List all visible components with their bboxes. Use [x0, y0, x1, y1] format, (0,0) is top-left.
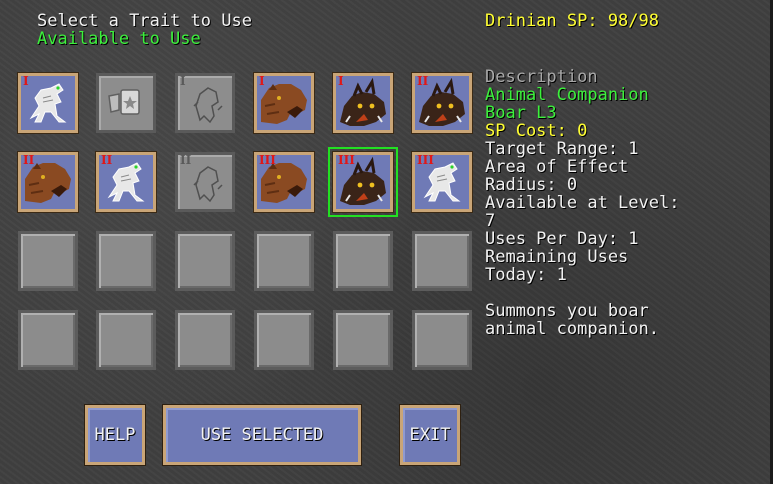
exit-button[interactable]: EXIT	[400, 405, 460, 465]
empty-trait-slot	[412, 231, 472, 291]
empty-trait-slot	[18, 310, 78, 370]
empty-trait-slot	[96, 310, 156, 370]
trait-rank-label: II	[101, 153, 113, 167]
character-sp-readout: Drinian SP: 98/98	[485, 11, 659, 31]
trait-slot	[96, 73, 156, 133]
boar-icon	[340, 77, 386, 126]
empty-trait-slot	[175, 310, 235, 370]
trait-rank-label: I	[23, 74, 29, 88]
trait-rank-label: I	[259, 74, 265, 88]
available-level-label: Available at Level:	[485, 193, 680, 213]
empty-trait-slot	[412, 310, 472, 370]
trait-slot[interactable]: II	[412, 73, 472, 133]
description-heading: Description	[485, 67, 598, 87]
remaining-uses-label: Remaining Uses	[485, 247, 629, 267]
ghost-figure-icon	[193, 87, 223, 124]
area-of-effect-label: Area of Effect	[485, 157, 629, 177]
trait-slot[interactable]: III	[412, 152, 472, 212]
trait-slot[interactable]: I	[18, 73, 78, 133]
available-level-value: 7	[485, 211, 496, 231]
empty-trait-slot	[175, 231, 235, 291]
empty-trait-slot	[333, 231, 393, 291]
trait-rank-label: III	[259, 153, 276, 167]
skeletal-wolf-icon	[29, 83, 67, 123]
trait-slot[interactable]: II	[96, 152, 156, 212]
uses-per-day: Uses Per Day: 1	[485, 229, 639, 249]
screen-title: Select a Trait to Use	[37, 11, 252, 31]
empty-trait-slot	[18, 231, 78, 291]
trait-slot[interactable]: II	[18, 152, 78, 212]
trait-slot[interactable]: I	[254, 73, 314, 133]
available-label: Available to Use	[37, 29, 201, 49]
empty-trait-slot	[333, 310, 393, 370]
summary-line-2: animal companion.	[485, 319, 659, 339]
trait-slot: II	[175, 152, 235, 212]
trait-rank-label: II	[180, 153, 192, 167]
sp-cost: SP Cost: 0	[485, 121, 588, 141]
remaining-uses-value: Today: 1	[485, 265, 567, 285]
trait-slot[interactable]: III	[254, 152, 314, 212]
trait-rank-label: II	[417, 74, 429, 88]
trait-slot-selected[interactable]: III	[328, 147, 398, 217]
empty-trait-slot	[254, 231, 314, 291]
summary-line-1: Summons you boar	[485, 301, 649, 321]
trait-subname: Boar L3	[485, 103, 557, 123]
trait-selection-screen: Select a Trait to Use Available to Use D…	[0, 0, 773, 484]
target-range: Target Range: 1	[485, 139, 639, 159]
trait-slot: I	[175, 73, 235, 133]
radius-value: Radius: 0	[485, 175, 578, 195]
trait-rank-label: III	[417, 153, 434, 167]
shield-star-icon	[108, 89, 140, 115]
trait-rank-label: II	[23, 153, 35, 167]
trait-rank-label: I	[338, 74, 344, 88]
trait-slot[interactable]: I	[333, 73, 393, 133]
use-selected-button[interactable]: USE SELECTED	[163, 405, 361, 465]
trait-rank-label: I	[180, 74, 186, 88]
trait-name: Animal Companion	[485, 85, 649, 105]
trait-rank-label: III	[338, 153, 355, 167]
empty-trait-slot	[254, 310, 314, 370]
help-button[interactable]: HELP	[85, 405, 145, 465]
bear-icon	[261, 84, 307, 124]
empty-trait-slot	[96, 231, 156, 291]
